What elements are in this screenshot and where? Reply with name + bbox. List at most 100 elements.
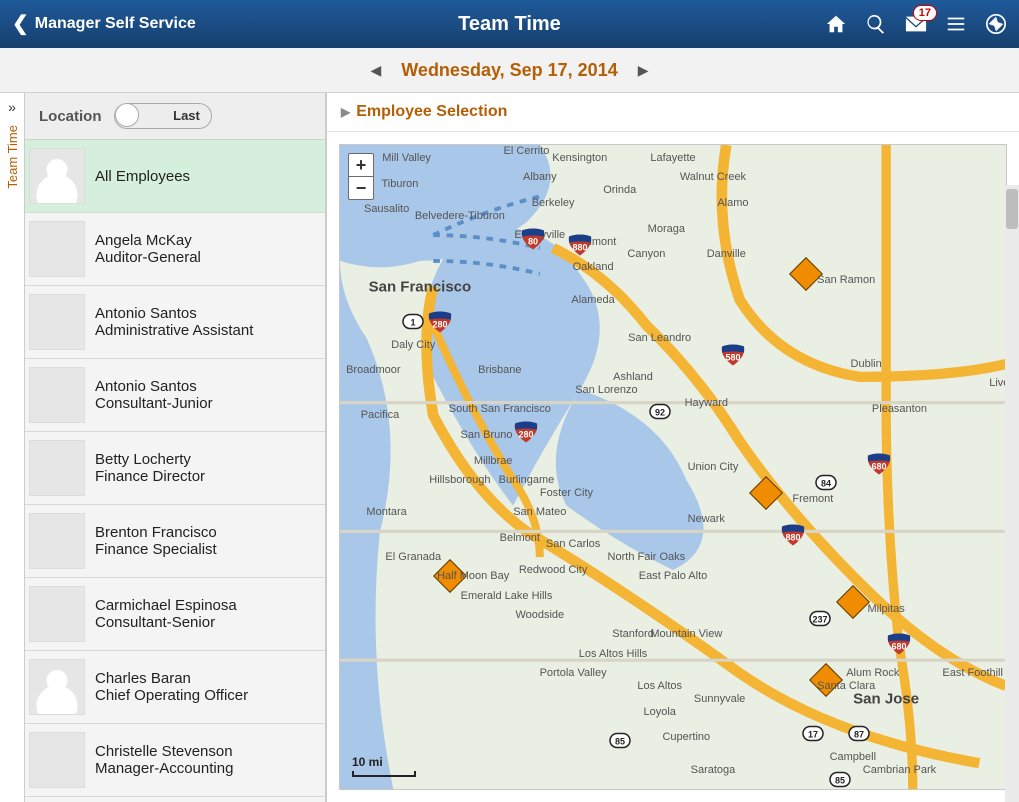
map-city-label: North Fair Oaks xyxy=(608,551,686,563)
back-button[interactable]: ❮ Manager Self Service xyxy=(12,14,196,34)
map-city-label: Milpitas xyxy=(867,603,904,615)
route-shield-icon: 17 xyxy=(802,726,824,749)
expand-rail-icon[interactable]: » xyxy=(8,99,16,115)
employee-role: Chief Operating Officer xyxy=(95,687,248,704)
employee-avatar xyxy=(29,294,85,350)
team-location-map[interactable]: + − San FranciscoSan JoseMill ValleyEl C… xyxy=(339,144,1007,790)
map-city-label: Hayward xyxy=(685,397,728,409)
svg-text:1: 1 xyxy=(411,318,416,328)
home-icon[interactable] xyxy=(825,13,847,35)
map-city-label: Montara xyxy=(366,506,406,518)
scrollbar-thumb[interactable] xyxy=(1006,189,1018,229)
map-marker-fremont[interactable] xyxy=(749,476,783,510)
employee-row[interactable]: Antonio SantosAdministrative Assistant xyxy=(25,286,325,359)
employee-row[interactable]: All Employees xyxy=(25,140,325,213)
employee-row[interactable]: Charles BaranChief Operating Officer xyxy=(25,651,325,724)
route-shield-icon: 87 xyxy=(848,726,870,749)
map-city-label: Santa Clara xyxy=(817,680,875,692)
employee-avatar xyxy=(29,586,85,642)
map-city-label: Albany xyxy=(523,171,557,183)
employee-role: Finance Director xyxy=(95,468,205,485)
svg-text:80: 80 xyxy=(528,236,538,246)
interstate-shield-icon: 880 xyxy=(780,524,806,551)
map-city-label: Half Moon Bay xyxy=(437,570,509,582)
map-city-label: Mountain View xyxy=(650,628,722,640)
map-city-label: Cupertino xyxy=(662,731,710,743)
map-marker-milpitas[interactable] xyxy=(836,585,870,619)
notifications-icon[interactable]: 17 xyxy=(905,13,927,35)
svg-text:880: 880 xyxy=(785,532,800,542)
top-icons: 17 xyxy=(825,13,1007,35)
interstate-shield-icon: 80 xyxy=(520,228,546,255)
prev-day-button[interactable]: ◀ xyxy=(370,62,381,79)
search-icon[interactable] xyxy=(865,13,887,35)
map-city-label: Portola Valley xyxy=(540,667,607,679)
employee-row[interactable]: Betty LochertyFinance Director xyxy=(25,432,325,505)
next-day-button[interactable]: ▶ xyxy=(638,62,649,79)
svg-text:880: 880 xyxy=(572,243,587,253)
map-city-label: Union City xyxy=(688,461,739,473)
employee-avatar xyxy=(29,513,85,569)
employee-selection-toggle[interactable]: ▶ Employee Selection xyxy=(327,93,1019,132)
current-date: Wednesday, Sep 17, 2014 xyxy=(401,60,617,81)
map-city-label: Los Altos Hills xyxy=(579,648,647,660)
interstate-shield-icon: 680 xyxy=(866,454,892,481)
route-shield-icon: 85 xyxy=(609,732,631,755)
map-city-label: San Francisco xyxy=(369,278,472,295)
map-city-label: Saratoga xyxy=(691,764,736,776)
chevron-right-icon: ▶ xyxy=(341,105,350,119)
route-shield-icon: 92 xyxy=(649,404,671,427)
side-rail-label: Team Time xyxy=(5,125,20,189)
map-city-label: South San Francisco xyxy=(449,403,551,415)
sort-toggle[interactable]: Last xyxy=(114,103,212,129)
map-city-label: Alameda xyxy=(571,294,614,306)
employee-avatar xyxy=(29,659,85,715)
employee-row[interactable]: Christelle StevensonManager-Accounting xyxy=(25,724,325,797)
employee-name: Antonio Santos xyxy=(95,305,253,322)
compass-icon[interactable] xyxy=(985,13,1007,35)
map-city-label: Sausalito xyxy=(364,203,409,215)
map-city-label: Canyon xyxy=(627,248,665,260)
map-city-label: Alum Rock xyxy=(846,667,899,679)
map-city-label: Ashland xyxy=(613,371,653,383)
map-city-label: Tiburon xyxy=(381,178,418,190)
map-city-label: San Carlos xyxy=(546,538,600,550)
map-city-label: Hillsborough xyxy=(429,474,490,486)
svg-text:87: 87 xyxy=(854,730,864,740)
map-city-label: Kensington xyxy=(552,152,607,164)
employee-list[interactable]: All Employees Angela McKayAuditor-General… xyxy=(25,140,325,802)
employee-name: Brenton Francisco xyxy=(95,524,217,541)
map-city-label: Pacifica xyxy=(361,409,400,421)
map-scale: 10 mi xyxy=(352,755,416,777)
map-city-label: San Lorenzo xyxy=(575,384,637,396)
map-city-label: Moraga xyxy=(648,223,685,235)
sort-mode-label: Location xyxy=(39,108,102,125)
employee-row[interactable]: Antonio SantosConsultant-Junior xyxy=(25,359,325,432)
menu-icon[interactable] xyxy=(945,13,967,35)
employee-role: Consultant-Senior xyxy=(95,614,237,631)
employee-role: Manager-Accounting xyxy=(95,760,233,777)
employee-name: Christelle Stevenson xyxy=(95,743,233,760)
svg-text:17: 17 xyxy=(808,730,818,740)
map-city-label: Belmont xyxy=(500,532,540,544)
map-overlay: San FranciscoSan JoseMill ValleyEl Cerri… xyxy=(340,145,1006,789)
interstate-shield-icon: 680 xyxy=(886,634,912,661)
employee-row[interactable]: Angela McKayAuditor-General xyxy=(25,213,325,286)
map-city-label: Cambrian Park xyxy=(863,764,936,776)
map-city-label: Oakland xyxy=(573,261,614,273)
map-city-label: Pleasanton xyxy=(872,403,927,415)
employee-name: Carmichael Espinosa xyxy=(95,597,237,614)
map-city-label: Daly City xyxy=(391,339,435,351)
employee-row[interactable]: Carmichael EspinosaConsultant-Senior xyxy=(25,578,325,651)
employee-row[interactable]: Danny JohnsonAdministrative Assistant xyxy=(25,797,325,802)
map-city-label: El Cerrito xyxy=(504,145,550,157)
date-navigator: ◀ Wednesday, Sep 17, 2014 ▶ xyxy=(0,48,1019,93)
map-city-label: Mill Valley xyxy=(382,152,431,164)
map-city-label: El Granada xyxy=(385,551,441,563)
employee-role: Consultant-Junior xyxy=(95,395,213,412)
employee-name: All Employees xyxy=(95,168,190,185)
employee-row[interactable]: Brenton FranciscoFinance Specialist xyxy=(25,505,325,578)
map-city-label: Los Altos xyxy=(637,680,682,692)
body: » Team Time Location Last All EmployeesA… xyxy=(0,93,1019,802)
main-scrollbar[interactable] xyxy=(1005,185,1019,802)
